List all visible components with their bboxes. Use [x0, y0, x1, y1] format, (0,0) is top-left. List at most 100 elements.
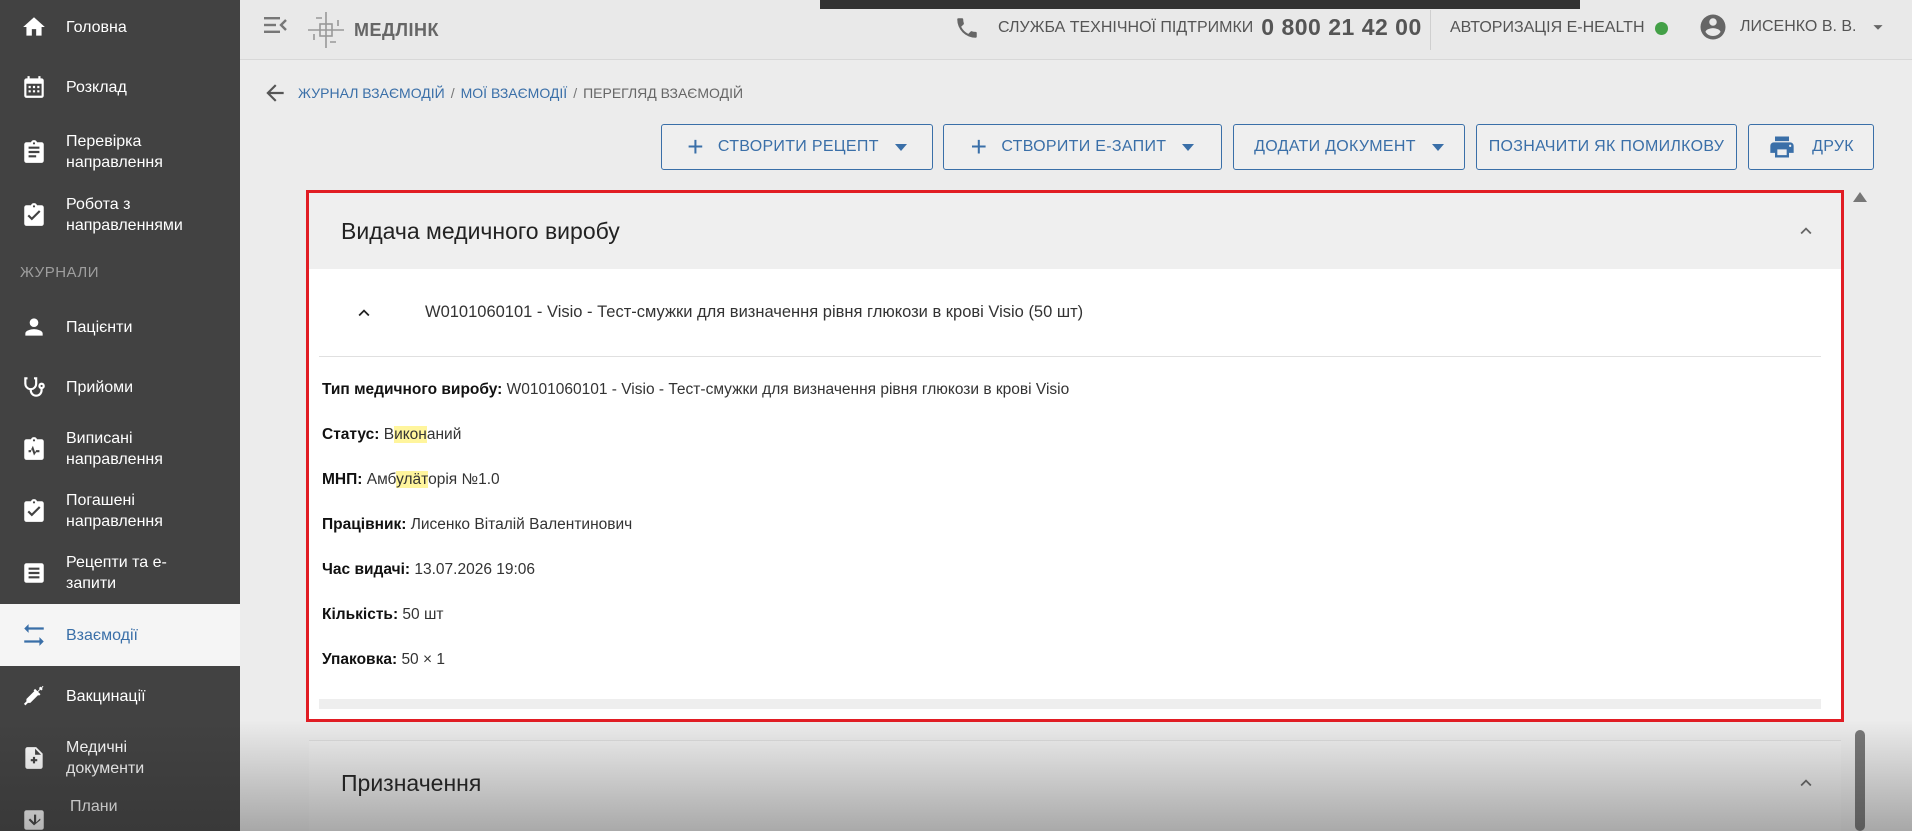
- breadcrumb-separator: /: [450, 85, 455, 101]
- caret-down-icon: [1431, 143, 1444, 151]
- sidebar-item-label: Перевірка направлення: [66, 133, 163, 171]
- back-arrow-icon[interactable]: [262, 80, 288, 106]
- support-block: СЛУЖБА ТЕХНІЧНОЇ ПІДТРИМКИ 0 800 21 42 0…: [954, 14, 1422, 41]
- top-header: МЕДЛІНК СЛУЖБА ТЕХНІЧНОЇ ПІДТРИМКИ 0 800…: [240, 0, 1912, 60]
- sidebar-item-label: Вакцинації: [66, 687, 146, 705]
- detail-value: 13.07.2026 19:06: [414, 561, 536, 578]
- medical-file-icon: [20, 744, 48, 772]
- breadcrumb: ЖУРНАЛ ВЗАЄМОДІЙ / МОЇ ВЗАЄМОДІЇ / ПЕРЕГ…: [262, 80, 743, 106]
- auth-status-dot: [1654, 21, 1668, 35]
- device-item-row[interactable]: W0101060101 - Visio - Тест-смужки для ви…: [319, 269, 1821, 357]
- scroll-up-arrow[interactable]: [1853, 192, 1867, 202]
- horizontal-scrollbar[interactable]: [319, 699, 1821, 709]
- detail-status: Статус: Виконаний: [322, 422, 1082, 447]
- caret-down-icon: [894, 143, 907, 151]
- sidebar-item-label: Виписані направлення: [66, 430, 163, 468]
- user-menu[interactable]: ЛИСЕНКО В. В.: [1698, 12, 1889, 42]
- sidebar-item-plans[interactable]: Плани: [0, 790, 240, 831]
- account-circle-icon: [1700, 14, 1726, 40]
- logo-text: МЕДЛІНК: [354, 19, 439, 40]
- panel-title: Призначення: [341, 769, 482, 796]
- mark-error-button[interactable]: ПОЗНАЧИТИ ЯК ПОМИЛКОВУ: [1476, 124, 1737, 170]
- detail-worker: Працівник: Лисенко Віталій Валентинович: [322, 512, 1082, 537]
- printer-icon: [1770, 136, 1794, 158]
- sidebar-item-medical-documents[interactable]: Медичні документи: [0, 726, 240, 790]
- medlink-logo[interactable]: МЕДЛІНК: [306, 10, 439, 50]
- header-divider: [1430, 10, 1431, 50]
- sidebar: Головна Розклад Перевірка направлення Ро…: [0, 0, 240, 831]
- detail-value: 50 шт: [402, 606, 444, 623]
- support-label: СЛУЖБА ТЕХНІЧНОЇ ПІДТРИМКИ: [998, 18, 1254, 36]
- detail-label: Працівник:: [322, 516, 407, 533]
- detail-value: 50 × 1: [401, 651, 445, 668]
- support-phone[interactable]: 0 800 21 42 00: [1261, 14, 1421, 41]
- sidebar-item-patients[interactable]: Пацієнти: [0, 298, 240, 356]
- device-dispense-panel: Видача медичного виробу W0101060101 - Vi…: [306, 190, 1844, 722]
- status-text-part: В: [383, 426, 395, 443]
- sidebar-item-label: Прийоми: [66, 378, 134, 396]
- detail-label: Статус:: [322, 426, 380, 443]
- sidebar-item-redeemed-referrals[interactable]: Погашені направлення: [0, 480, 240, 542]
- caret-down-icon: [1182, 143, 1195, 151]
- detail-quantity: Кількість: 50 шт: [322, 602, 1082, 627]
- panel-header[interactable]: Призначення: [309, 741, 1841, 825]
- caret-down-icon: [1872, 25, 1883, 30]
- sidebar-item-referrals-work[interactable]: Робота з направленнями: [0, 184, 240, 246]
- mark-error-label: ПОЗНАЧИТИ ЯК ПОМИЛКОВУ: [1488, 138, 1725, 155]
- chevron-up-icon[interactable]: [1795, 772, 1817, 794]
- detail-package: Упаковка: 50 × 1: [322, 647, 1082, 672]
- mnp-text-highlight: улӓт: [396, 471, 429, 488]
- sidebar-item-label: Плани: [70, 798, 118, 815]
- sidebar-item-home[interactable]: Головна: [0, 0, 240, 54]
- logo-cross-icon: [308, 12, 344, 48]
- mnp-text-part: Амб: [366, 471, 397, 488]
- breadcrumb-link-my-interactions[interactable]: МОЇ ВЗАЄМОДІЇ: [461, 85, 568, 101]
- detail-value: Виконаний: [383, 426, 462, 443]
- list-box-icon: [20, 559, 48, 587]
- detail-label: МНП:: [322, 471, 363, 488]
- clipboard-pulse-icon: [20, 435, 48, 463]
- sidebar-item-label: Взаємодії: [66, 626, 138, 644]
- sidebar-item-label: Погашені направлення: [66, 492, 163, 530]
- device-details: Тип медичного виробу: W0101060101 - Visi…: [309, 357, 1841, 672]
- detail-time: Час видачі: 13.07.2026 19:06: [322, 557, 1082, 582]
- sidebar-section-journals: ЖУРНАЛИ: [20, 263, 100, 281]
- detail-value: Лисенко Віталій Валентинович: [410, 516, 633, 533]
- sidebar-item-issued-referrals[interactable]: Виписані направлення: [0, 418, 240, 480]
- clipboard-list-icon: [20, 138, 48, 166]
- create-request-label: СТВОРИТИ Е-ЗАПИТ: [1001, 138, 1167, 155]
- ehealth-auth[interactable]: АВТОРИЗАЦІЯ E-HEALTH: [1450, 19, 1668, 37]
- sidebar-item-recipes[interactable]: Рецепти та е-запити: [0, 542, 240, 604]
- panel-title: Видача медичного виробу: [341, 217, 620, 244]
- create-request-button[interactable]: + СТВОРИТИ Е-ЗАПИТ: [943, 124, 1222, 170]
- menu-collapse-icon[interactable]: [262, 12, 290, 38]
- sidebar-item-appointments[interactable]: Прийоми: [0, 356, 240, 418]
- swap-arrows-icon: [20, 621, 48, 649]
- add-document-button[interactable]: ДОДАТИ ДОКУМЕНТ: [1233, 124, 1465, 170]
- sidebar-item-label: Рецепти та е-запити: [66, 554, 167, 592]
- top-dark-bar: [820, 0, 1580, 9]
- plan-icon: [20, 806, 48, 831]
- sidebar-item-interactions[interactable]: Взаємодії: [0, 604, 240, 666]
- vertical-scrollbar-thumb[interactable]: [1855, 730, 1865, 831]
- status-text-part: аний: [426, 426, 462, 443]
- sidebar-item-vaccinations[interactable]: Вакцинації: [0, 666, 240, 726]
- plus-icon: +: [970, 131, 988, 162]
- calendar-icon: [20, 73, 48, 101]
- chevron-up-icon[interactable]: [353, 302, 375, 324]
- panel-header[interactable]: Видача медичного виробу: [309, 193, 1841, 269]
- phone-icon: [957, 17, 977, 38]
- sidebar-item-check-referral[interactable]: Перевірка направлення: [0, 120, 240, 184]
- detail-label: Час видачі:: [322, 561, 411, 578]
- detail-label: Упаковка:: [322, 651, 398, 668]
- create-recipe-button[interactable]: + СТВОРИТИ РЕЦЕПТ: [661, 124, 933, 170]
- sidebar-item-schedule[interactable]: Розклад: [0, 54, 240, 120]
- auth-label: АВТОРИЗАЦІЯ E-HEALTH: [1450, 19, 1645, 36]
- chevron-up-icon[interactable]: [1795, 220, 1817, 242]
- breadcrumb-current: ПЕРЕГЛЯД ВЗАЄМОДІЙ: [583, 85, 744, 101]
- person-icon: [20, 313, 48, 341]
- print-button[interactable]: ДРУК: [1748, 124, 1874, 170]
- status-text-highlight: икон: [394, 426, 427, 443]
- breadcrumb-link-journal[interactable]: ЖУРНАЛ ВЗАЄМОДІЙ: [298, 85, 445, 101]
- sidebar-item-label: Розклад: [66, 78, 127, 96]
